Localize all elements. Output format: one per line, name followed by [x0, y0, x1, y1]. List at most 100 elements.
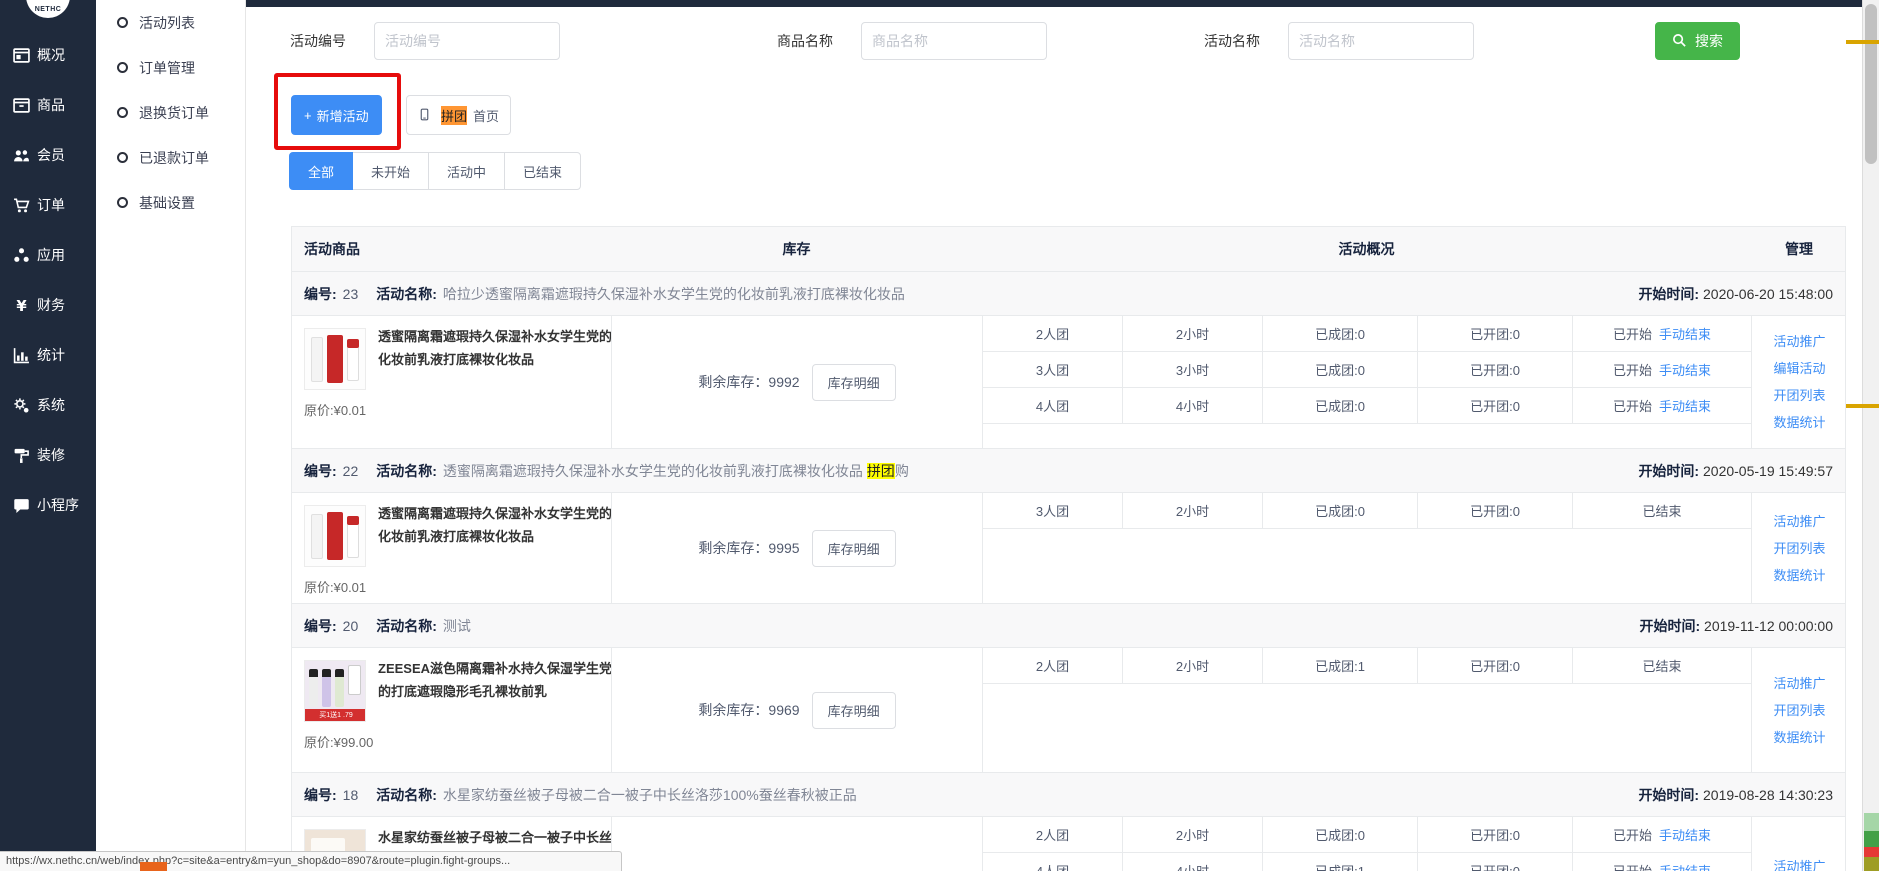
- stock-cell: 剩余库存：9969 库存明细: [611, 648, 982, 772]
- subnav-item-4[interactable]: 基础设置: [96, 180, 245, 225]
- manage-link-3[interactable]: 数据统计: [1773, 409, 1825, 436]
- activity-header-right: 开始时间: 2019-08-28 14:30:23: [1638, 785, 1833, 805]
- sidebar-item-orders[interactable]: 订单: [0, 180, 96, 230]
- group-opened: 已开团:0: [1418, 316, 1573, 351]
- scroll-marker-green: [1864, 831, 1879, 847]
- groups-cell: 2人团 2小时 已成团:0 已开团:0 已开始 手动结束 3人团 3小时 已成团:0 已开团:0 已…: [982, 316, 1751, 448]
- scrollbar[interactable]: [1862, 0, 1879, 871]
- sidebar-item-apps[interactable]: 应用: [0, 230, 96, 280]
- activity-header-right: 开始时间: 2020-05-19 15:49:57: [1638, 461, 1833, 481]
- manage-link-0[interactable]: 活动推广: [1773, 853, 1825, 871]
- sidebar-item-label: 小程序: [37, 497, 79, 513]
- sidebar-item-decorate[interactable]: 装修: [0, 430, 96, 480]
- group-row: 2人团 2小时 已成团:0 已开团:0 已开始 手动结束: [983, 316, 1751, 352]
- sub-sidebar: 活动列表 订单管理 退换货订单 已退款订单 基础设置: [96, 0, 246, 871]
- activity-name-label: 活动名称:: [376, 285, 437, 302]
- goods-icon: [13, 97, 30, 114]
- tab-已结束[interactable]: 已结束: [504, 152, 582, 190]
- product-badge: 买1送1 .79: [305, 709, 365, 721]
- activity-body-row: 买1送1 .79 ZEESEA滋色隔离霜补水持久保湿学生党的打底遮瑕隐形毛孔裸妆…: [292, 648, 1845, 773]
- sidebar-item-members[interactable]: 会员: [0, 130, 96, 180]
- scrollbar-thumb[interactable]: [1865, 4, 1877, 164]
- scroll-marker-red: [1864, 847, 1879, 857]
- manage-link-0[interactable]: 活动推广: [1773, 670, 1825, 697]
- product-price: 原价:¥99.00: [304, 735, 374, 750]
- main-content: 活动编号 商品名称 活动名称 搜索 + 新增活动 拼团首页 全部 未开始 活动中…: [246, 7, 1862, 871]
- search-field-label: 活动名称: [1204, 33, 1260, 49]
- activity-id-value: 18: [342, 786, 359, 803]
- manual-end-link[interactable]: 手动结束: [1659, 396, 1711, 415]
- group-opened: 已开团:0: [1418, 493, 1573, 528]
- browser-status-bar: https://wx.nethc.cn/web/index.php?c=site…: [0, 851, 622, 871]
- product-image: 买1送1 .79: [304, 660, 366, 722]
- group-row: 4人团4小时已成团:1已开团:0已开始手动结束: [983, 853, 1751, 871]
- group-home-button[interactable]: 拼团 首页: [406, 95, 512, 135]
- tab-活动中[interactable]: 活动中: [428, 152, 506, 190]
- activity-id-value: 20: [342, 617, 359, 634]
- group-duration: 2小时: [1123, 493, 1263, 528]
- group-formed: 已成团:1: [1263, 648, 1418, 683]
- manage-link-2[interactable]: 数据统计: [1773, 562, 1825, 589]
- search-button[interactable]: 搜索: [1655, 22, 1740, 60]
- activity-block-23: 编号: 23 活动名称: 哈拉少透蜜隔离霜遮瑕持久保湿补水女学生党的化妆前乳液打…: [292, 272, 1845, 449]
- group-opened: 已开团:0: [1418, 648, 1573, 683]
- phone-icon: [418, 107, 435, 124]
- activity-table: 活动商品 库存 活动概况 管理 编号: 23 活动名称: 哈拉少透蜜隔离霜遮瑕持…: [291, 226, 1846, 871]
- groups-cell: 2人团2小时已成团:0已开团:0已开始手动结束4人团4小时已成团:1已开团:0已…: [982, 817, 1751, 871]
- manage-link-2[interactable]: 数据统计: [1773, 724, 1825, 751]
- activity-header-left: 编号: 20 活动名称: 测试: [304, 616, 471, 636]
- system-icon: [13, 397, 30, 414]
- group-formed: 已成团:0: [1263, 352, 1418, 387]
- add-activity-button[interactable]: + 新增活动: [291, 95, 382, 135]
- stock-detail-button[interactable]: 库存明细: [811, 691, 896, 729]
- subnav-item-2[interactable]: 退换货订单: [96, 90, 245, 135]
- orders-icon: [13, 197, 30, 214]
- manage-link-1[interactable]: 开团列表: [1773, 535, 1825, 562]
- subnav-item-label: 活动列表: [139, 14, 195, 31]
- group-formed: 已成团:0: [1263, 493, 1418, 528]
- group-size: 4人团: [983, 853, 1123, 871]
- subnav-item-1[interactable]: 订单管理: [96, 45, 245, 90]
- search-field-input[interactable]: [374, 22, 560, 60]
- subnav-item-3[interactable]: 已退款订单: [96, 135, 245, 180]
- sidebar-item-overview[interactable]: 概况: [0, 30, 96, 80]
- manage-link-1[interactable]: 开团列表: [1773, 697, 1825, 724]
- search-field-input[interactable]: [1288, 22, 1474, 60]
- app-logo[interactable]: NETHC: [26, 0, 70, 18]
- activity-name-value: 水星家纺蚕丝被子母被二合一被子中长丝洛莎100%蚕丝春秋被正品: [442, 786, 857, 803]
- manage-link-1[interactable]: 编辑活动: [1773, 355, 1825, 382]
- stock-remaining: 剩余库存：9995: [698, 540, 800, 556]
- subnav-items: 活动列表 订单管理 退换货订单 已退款订单 基础设置: [96, 0, 245, 225]
- circle-o-icon: [117, 197, 128, 208]
- manage-link-0[interactable]: 活动推广: [1773, 328, 1825, 355]
- tab-未开始[interactable]: 未开始: [352, 152, 430, 190]
- activity-header-left: 编号: 18 活动名称: 水星家纺蚕丝被子母被二合一被子中长丝洛莎100%蚕丝春…: [304, 785, 857, 805]
- sidebar-item-miniapp[interactable]: 小程序: [0, 480, 96, 530]
- search-field-input[interactable]: [861, 22, 1047, 60]
- sidebar-item-goods[interactable]: 商品: [0, 80, 96, 130]
- sidebar-item-finance[interactable]: ¥ 财务: [0, 280, 96, 330]
- start-time-label: 开始时间:: [1638, 285, 1700, 302]
- manual-end-link[interactable]: 手动结束: [1659, 861, 1711, 871]
- miniapp-icon: [13, 497, 30, 514]
- manage-link-2[interactable]: 开团列表: [1773, 382, 1825, 409]
- group-size: 2人团: [983, 817, 1123, 852]
- find-match-marker: [1846, 40, 1879, 44]
- sidebar-item-system[interactable]: 系统: [0, 380, 96, 430]
- group-status-cell: 已开始手动结束: [1573, 853, 1751, 871]
- manual-end-link[interactable]: 手动结束: [1659, 360, 1711, 379]
- start-time-value: 2020-06-20 15:48:00: [1703, 285, 1833, 302]
- manage-link-0[interactable]: 活动推广: [1773, 508, 1825, 535]
- activity-name-label: 活动名称:: [376, 617, 437, 634]
- activity-id-value: 22: [342, 462, 359, 479]
- stock-detail-button[interactable]: 库存明细: [811, 529, 896, 567]
- product-price: 原价:¥0.01: [304, 580, 367, 595]
- stock-detail-button[interactable]: 库存明细: [811, 363, 896, 401]
- manual-end-link[interactable]: 手动结束: [1659, 324, 1711, 343]
- sidebar-item-label: 装修: [37, 447, 65, 463]
- manual-end-link[interactable]: 手动结束: [1659, 825, 1711, 844]
- main-sidebar: NETHC 概况 商品 会员 订单 应用 ¥ 财务 统计 系统 装修 小程序: [0, 0, 96, 871]
- sidebar-item-stats[interactable]: 统计: [0, 330, 96, 380]
- tab-全部[interactable]: 全部: [289, 152, 354, 190]
- subnav-item-0[interactable]: 活动列表: [96, 0, 245, 45]
